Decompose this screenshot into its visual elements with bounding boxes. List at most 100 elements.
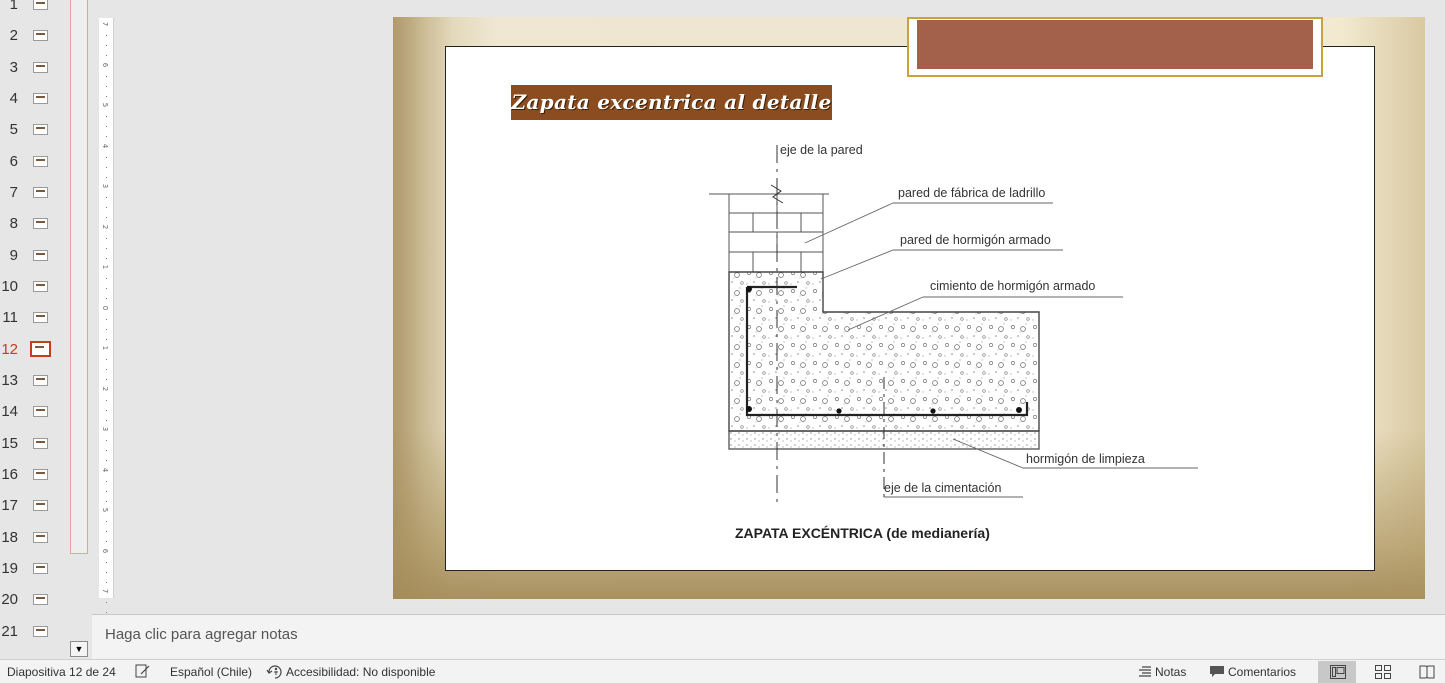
slide-thumbnail-1[interactable]: 1 (0, 0, 70, 20)
slide-thumbnail-6[interactable]: 6 (0, 146, 70, 177)
ruler-tick-mark (106, 399, 107, 401)
ruler-tick-label: 1 (101, 345, 110, 351)
slide-thumbnail-20[interactable]: 20 (0, 584, 70, 615)
normal-view-button[interactable] (1318, 661, 1356, 683)
slide-thumbnail-14[interactable]: 14 (0, 396, 70, 427)
ruler-tick-mark (106, 126, 107, 128)
ruler-tick-label: 4 (101, 467, 110, 472)
thumbnail-scrollbar-thumb[interactable] (70, 0, 88, 554)
ruler-tick-mark (106, 379, 107, 381)
slide-thumbnail-number: 11 (2, 309, 18, 327)
ruler-tick-mark (106, 207, 107, 209)
ruler-tick-mark (106, 328, 107, 330)
slide-thumbnail-21[interactable]: 21 (0, 616, 70, 647)
ruler-tick-mark (106, 369, 107, 371)
normal-view-icon (1330, 665, 1346, 679)
ruler-tick-mark (106, 35, 107, 37)
slide-thumbnail-11[interactable]: 11 (0, 302, 70, 333)
ruler-tick-mark (106, 288, 107, 290)
slide-thumbnail-number: 8 (9, 215, 18, 233)
ruler-tick-mark (106, 440, 107, 442)
slide-thumbnail-preview (33, 374, 48, 386)
ruler-tick-label: 7 (101, 588, 110, 594)
comments-icon[interactable] (1209, 665, 1225, 679)
slide-counter[interactable]: Diapositiva 12 de 24 (7, 665, 116, 679)
ruler-tick-label: 5 (101, 507, 110, 513)
ruler-tick-mark (106, 176, 107, 178)
slide-thumbnail-2[interactable]: 2 (0, 20, 70, 51)
slide-thumbnail-number: 12 (1, 340, 18, 358)
slide-thumbnail-3[interactable]: 3 (0, 52, 70, 83)
reading-view-icon (1419, 665, 1435, 679)
ruler-tick-mark (106, 480, 107, 482)
ruler-tick-label: 0 (101, 305, 110, 310)
ruler-tick-mark (106, 166, 107, 168)
ruler-tick-mark (106, 460, 107, 462)
slide-thumbnail-number: 21 (1, 622, 18, 640)
brick-wall (709, 184, 829, 273)
ruler-tick-mark (106, 237, 107, 239)
slide-thumbnail-7[interactable]: 7 (0, 177, 70, 208)
slide-thumbnail-13[interactable]: 13 (0, 365, 70, 396)
slide-thumbnail-preview (33, 531, 48, 543)
ruler-tick-mark (106, 75, 107, 77)
ruler-tick-mark (106, 95, 107, 97)
ruler-tick-mark (106, 500, 107, 502)
slide-thumbnail-number: 6 (9, 152, 18, 170)
slide-thumbnail-4[interactable]: 4 (0, 83, 70, 114)
slide-thumbnail-preview (33, 468, 48, 480)
slide-thumbnail-9[interactable]: 9 (0, 240, 70, 271)
ruler-tick-mark (106, 338, 107, 340)
slide-canvas[interactable]: Zapata excentrica al detalle eje de la p… (393, 17, 1425, 599)
slide-thumbnail-15[interactable]: 15 (0, 428, 70, 459)
reading-view-button[interactable] (1407, 661, 1445, 683)
slide-thumbnail-number: 2 (9, 27, 18, 45)
ruler-tick-mark (106, 247, 107, 249)
slide-thumbnail-preview (33, 92, 48, 104)
slide-thumbnail-preview (33, 562, 48, 574)
accessibility-icon[interactable] (266, 664, 284, 680)
status-bar: Diapositiva 12 de 24 Español (Chile) Acc… (0, 659, 1445, 683)
ruler-tick-mark (106, 318, 107, 320)
vertical-ruler: 7 6 5 4 3 2 1 0 1 2 3 4 5 6 7 (99, 18, 114, 624)
slide-thumbnail-8[interactable]: 8 (0, 208, 70, 239)
notes-pane[interactable]: Haga clic para agregar notas (92, 614, 1445, 659)
notes-icon[interactable] (1138, 666, 1152, 678)
accessibility-status[interactable]: Accesibilidad: No disponible (286, 665, 435, 679)
slide-thumbnail-10[interactable]: 10 (0, 271, 70, 302)
spelling-check-icon[interactable] (135, 664, 151, 678)
slide-thumbnail-preview (33, 500, 48, 512)
slide-thumbnail-12[interactable]: 12 (0, 334, 70, 365)
slide-thumbnail-number: 7 (9, 183, 18, 201)
slide-thumbnail-16[interactable]: 16 (0, 459, 70, 490)
slide-sorter-view-button[interactable] (1364, 661, 1402, 683)
slide-thumbnail-preview (30, 340, 51, 357)
slide-thumbnail-preview (33, 0, 48, 10)
ruler-tick-label: 3 (101, 426, 110, 432)
label-concrete-wall: pared de hormigón armado (900, 233, 1051, 247)
ruler-tick-mark (106, 197, 107, 199)
ruler-tick-mark (106, 116, 107, 118)
slide-thumbnail-number: 17 (1, 497, 18, 515)
diagram-caption: ZAPATA EXCÉNTRICA (de medianería) (735, 525, 990, 541)
slide-thumbnail-5[interactable]: 5 (0, 114, 70, 145)
notes-toggle-button[interactable]: Notas (1155, 665, 1186, 679)
notes-placeholder[interactable]: Haga clic para agregar notas (105, 626, 298, 643)
ruler-tick-mark (106, 419, 107, 421)
slide-thumbnail-pane: ▼ 1 2 3 4 5 6 7 8 9 10 11 12 13 14 15 16 17 18 19 20 21 (0, 0, 92, 659)
slide-thumbnail-preview (33, 186, 48, 198)
scroll-down-arrow-icon[interactable]: ▼ (70, 641, 88, 657)
slide-thumbnail-number: 16 (1, 465, 18, 483)
slide-thumbnail-19[interactable]: 19 (0, 553, 70, 584)
slide-thumbnail-preview (33, 124, 48, 136)
slide-thumbnail-18[interactable]: 18 (0, 522, 70, 553)
ruler-tick-mark (106, 490, 107, 492)
language-indicator[interactable]: Español (Chile) (170, 665, 252, 679)
ruler-tick-mark (106, 541, 107, 543)
ruler-tick-mark (106, 409, 107, 411)
ruler-tick-mark (106, 85, 107, 87)
slide-thumbnail-number: 20 (1, 591, 18, 609)
ruler-tick-mark (106, 561, 107, 563)
slide-thumbnail-17[interactable]: 17 (0, 490, 70, 521)
comments-toggle-button[interactable]: Comentarios (1228, 665, 1296, 679)
